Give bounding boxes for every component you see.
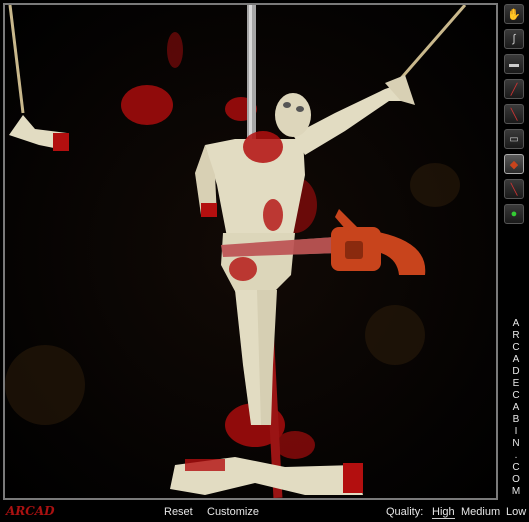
spear-icon: ╲	[510, 108, 518, 121]
brand-letter: A	[512, 402, 520, 413]
brand-letter: O	[512, 474, 520, 485]
brand-letter: E	[512, 378, 520, 389]
brand-letter: M	[511, 486, 521, 497]
brand-letter: B	[512, 414, 520, 425]
tool-knife[interactable]: ▬	[504, 54, 524, 74]
tool-chainsaw[interactable]: ◆	[504, 154, 524, 174]
game-stage[interactable]	[3, 3, 498, 500]
gun-icon: ▭	[509, 133, 519, 145]
scene	[5, 5, 467, 498]
tool-grenade[interactable]: ●	[504, 204, 524, 224]
severed-arm[interactable]	[9, 115, 69, 151]
brand-letter: C	[512, 462, 520, 473]
brand-letter: A	[512, 354, 520, 365]
brand-letter: D	[512, 366, 520, 377]
hand-icon: ✋	[507, 8, 521, 21]
sword-icon: ╱	[510, 83, 518, 96]
rope-left[interactable]	[8, 5, 25, 114]
brand-letter: N	[512, 438, 520, 449]
bottom-bar: ARCAD Reset Customize Quality: High Medi…	[0, 502, 529, 522]
quality-low-option[interactable]: Low	[506, 506, 526, 518]
knife-icon: ▬	[509, 58, 519, 70]
customize-button[interactable]: Customize	[207, 506, 259, 518]
tool-gun[interactable]: ▭	[504, 129, 524, 149]
quality-high-option[interactable]: High	[432, 506, 455, 519]
brand-letter: C	[512, 342, 520, 353]
tool-spear[interactable]: ╲	[504, 104, 524, 124]
tool-dagger[interactable]: ╲	[504, 179, 524, 199]
tool-sword[interactable]: ╱	[504, 79, 524, 99]
hook-icon: ∫	[512, 33, 516, 45]
chainsaw-icon: ◆	[509, 158, 519, 171]
rope-right[interactable]	[395, 5, 467, 84]
tool-hand[interactable]: ✋	[504, 4, 524, 24]
brand-letter: I	[514, 426, 518, 437]
tool-hook[interactable]: ∫	[504, 29, 524, 49]
brand-letter: .	[514, 450, 518, 461]
arcadecabin-vertical-brand[interactable]: A R C A D E C A B I N . C O M	[508, 318, 524, 498]
reset-button[interactable]: Reset	[164, 506, 193, 518]
quality-label: Quality:	[386, 506, 424, 518]
grenade-icon: ●	[510, 208, 518, 220]
weapon-toolbar: ✋ ∫ ▬ ╱ ╲ ▭ ◆ ╲ ●	[504, 4, 526, 229]
quality-medium-option[interactable]: Medium	[461, 506, 500, 518]
dagger-icon: ╲	[510, 183, 518, 196]
brand-letter: R	[512, 330, 520, 341]
brand-letter: A	[512, 318, 520, 329]
arcad-logo[interactable]: ARCAD	[6, 504, 55, 518]
brand-letter: C	[512, 390, 520, 401]
